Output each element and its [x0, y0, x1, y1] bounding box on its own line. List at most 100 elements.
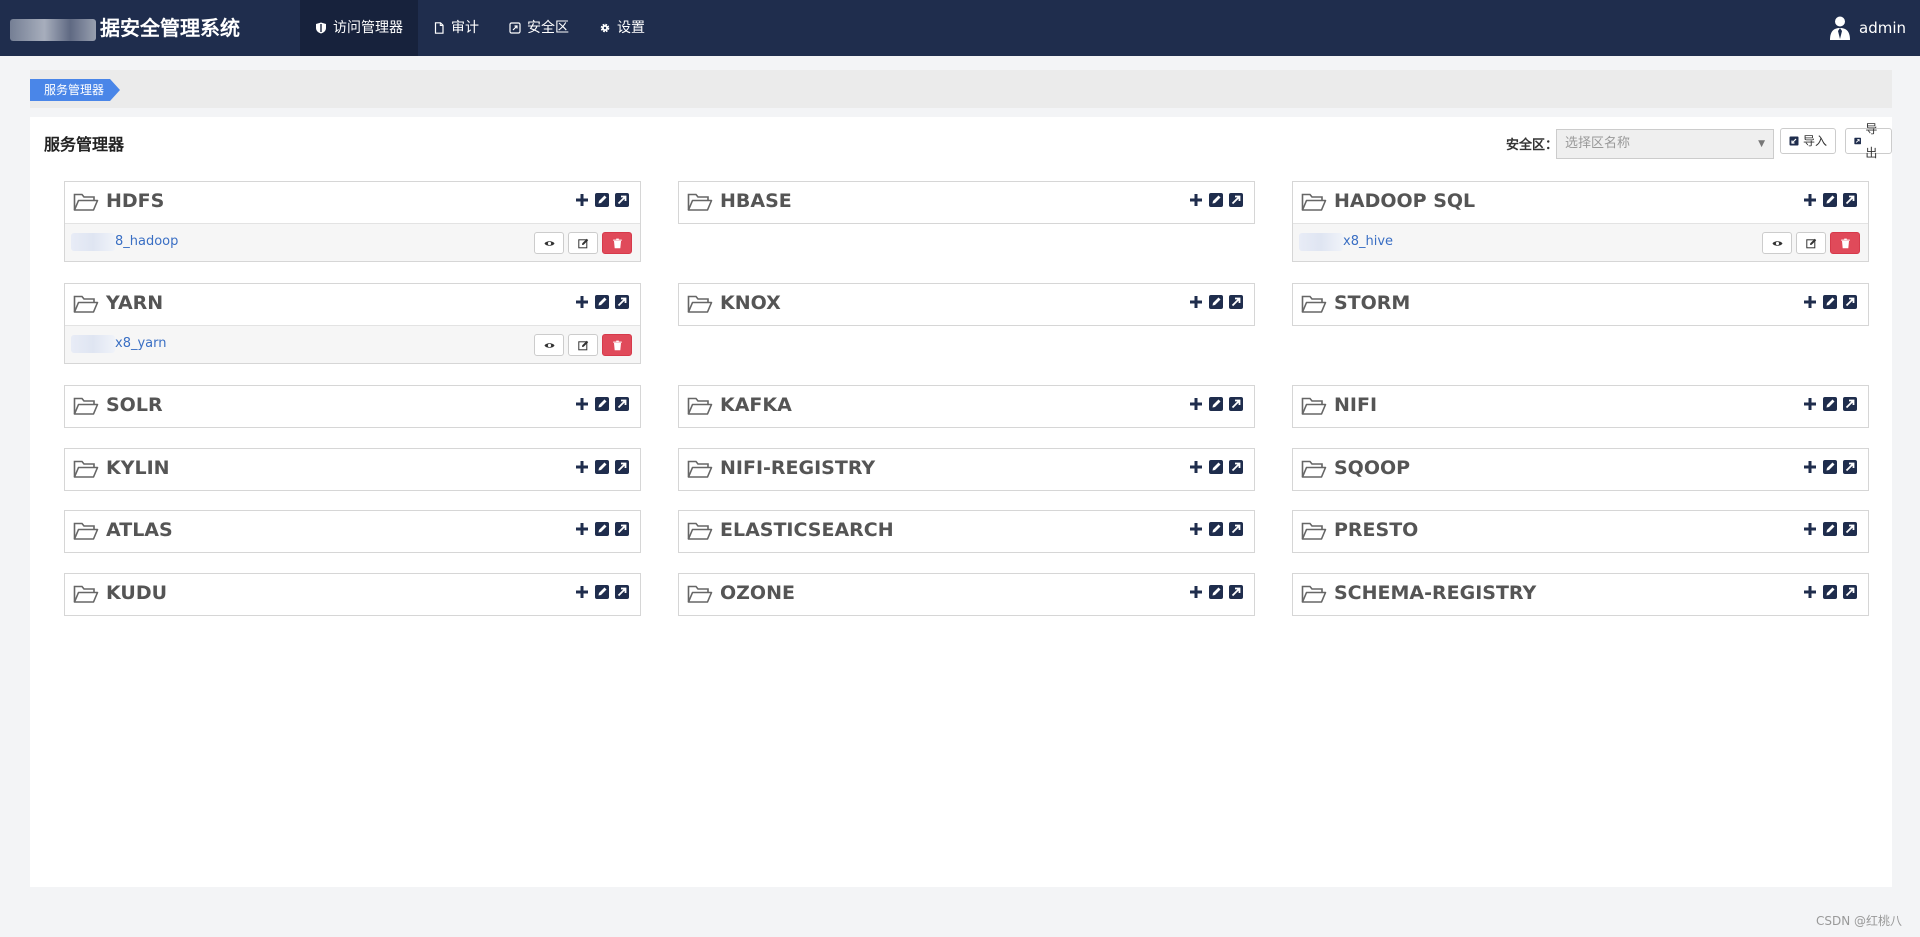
external-link-icon[interactable]	[1842, 294, 1858, 310]
plus-icon[interactable]	[1188, 396, 1204, 412]
service-card-actions	[1802, 521, 1858, 537]
edit-icon[interactable]	[594, 459, 610, 475]
service-card-yarn: YARN x8_yarn	[64, 283, 641, 364]
service-card-kudu: KUDU	[64, 573, 641, 616]
service-card-header: NIFI	[1293, 386, 1868, 427]
external-link-icon[interactable]	[1842, 459, 1858, 475]
edit-icon[interactable]	[1208, 459, 1224, 475]
edit-icon[interactable]	[1822, 192, 1838, 208]
external-link-icon[interactable]	[614, 294, 630, 310]
edit-icon[interactable]	[1208, 294, 1224, 310]
plus-icon[interactable]	[1802, 294, 1818, 310]
external-link-icon[interactable]	[1842, 521, 1858, 537]
edit-icon[interactable]	[1208, 584, 1224, 600]
edit-icon[interactable]	[1208, 521, 1224, 537]
view-button[interactable]	[534, 334, 564, 356]
external-link-icon[interactable]	[1228, 521, 1244, 537]
delete-button[interactable]	[602, 232, 632, 254]
edit-icon[interactable]	[1822, 459, 1838, 475]
edit-icon[interactable]	[1822, 521, 1838, 537]
folder-open-icon	[1301, 522, 1327, 540]
plus-icon[interactable]	[1188, 294, 1204, 310]
service-card-header: KUDU	[65, 574, 640, 615]
edit-icon[interactable]	[594, 584, 610, 600]
shield-icon	[316, 22, 326, 34]
service-card-solr: SOLR	[64, 385, 641, 428]
service-entry-link[interactable]: 8_hadoop	[115, 234, 178, 249]
edit-icon[interactable]	[1822, 584, 1838, 600]
external-link-icon[interactable]	[1228, 584, 1244, 600]
external-link-icon[interactable]	[1228, 294, 1244, 310]
edit-icon[interactable]	[1822, 396, 1838, 412]
app-brand[interactable]: 据安全管理系统	[10, 0, 240, 56]
plus-icon[interactable]	[1802, 584, 1818, 600]
export-button[interactable]: 导出	[1845, 122, 1892, 160]
trash-icon	[612, 238, 622, 248]
user-menu[interactable]: admin	[1829, 0, 1906, 56]
plus-icon[interactable]	[1802, 521, 1818, 537]
plus-icon[interactable]	[1188, 521, 1204, 537]
external-link-icon[interactable]	[1228, 192, 1244, 208]
import-button[interactable]: 导入	[1780, 128, 1837, 154]
service-card-title: KYLIN	[106, 457, 170, 479]
edit-icon[interactable]	[594, 521, 610, 537]
external-link-icon[interactable]	[614, 396, 630, 412]
external-link-icon[interactable]	[614, 459, 630, 475]
plus-icon[interactable]	[1188, 459, 1204, 475]
external-link-icon[interactable]	[1228, 459, 1244, 475]
folder-open-icon	[73, 397, 99, 415]
nav-item-settings[interactable]: 设置	[584, 0, 660, 56]
plus-icon[interactable]	[574, 294, 590, 310]
edit-button[interactable]	[568, 334, 598, 356]
service-entry-link[interactable]: x8_hive	[1343, 234, 1393, 249]
edit-button[interactable]	[568, 232, 598, 254]
service-card-ozone: OZONE	[678, 573, 1255, 616]
folder-open-icon	[73, 193, 99, 211]
nav-item-security-zone[interactable]: 安全区	[494, 0, 584, 56]
external-link-icon[interactable]	[1842, 192, 1858, 208]
external-link-icon[interactable]	[614, 521, 630, 537]
service-card-header: SOLR	[65, 386, 640, 427]
external-link-icon[interactable]	[1842, 584, 1858, 600]
edit-icon[interactable]	[1208, 396, 1224, 412]
chevron-down-icon: ▼	[1758, 139, 1765, 149]
external-link-icon[interactable]	[1842, 396, 1858, 412]
edit-icon[interactable]	[594, 294, 610, 310]
external-link-icon[interactable]	[614, 584, 630, 600]
plus-icon[interactable]	[574, 459, 590, 475]
plus-icon[interactable]	[1802, 396, 1818, 412]
delete-button[interactable]	[602, 334, 632, 356]
plus-icon[interactable]	[1802, 192, 1818, 208]
service-card-header: PRESTO	[1293, 511, 1868, 552]
nav-item-access-manager[interactable]: 访问管理器	[300, 0, 418, 56]
service-card-title: STORM	[1334, 292, 1411, 314]
delete-button[interactable]	[1830, 232, 1860, 254]
app-title: 据安全管理系统	[100, 16, 240, 40]
folder-open-icon	[687, 193, 713, 211]
edit-button[interactable]	[1796, 232, 1826, 254]
edit-icon[interactable]	[1822, 294, 1838, 310]
plus-icon[interactable]	[1188, 192, 1204, 208]
gear-icon	[600, 23, 610, 33]
plus-icon[interactable]	[574, 521, 590, 537]
edit-icon[interactable]	[594, 396, 610, 412]
breadcrumb-item[interactable]: 服务管理器	[30, 79, 120, 101]
plus-icon[interactable]	[574, 584, 590, 600]
service-entry-link[interactable]: x8_yarn	[115, 336, 166, 351]
external-link-icon[interactable]	[614, 192, 630, 208]
zone-select[interactable]: 选择区名称 ▼	[1556, 129, 1774, 159]
folder-open-icon	[687, 460, 713, 478]
plus-icon[interactable]	[574, 192, 590, 208]
service-card-actions	[1802, 192, 1858, 208]
service-card-actions	[1188, 584, 1244, 600]
edit-icon[interactable]	[594, 192, 610, 208]
plus-icon[interactable]	[1802, 459, 1818, 475]
external-link-icon[interactable]	[1228, 396, 1244, 412]
plus-icon[interactable]	[1188, 584, 1204, 600]
zone-select-placeholder: 选择区名称	[1565, 136, 1631, 151]
nav-item-audit[interactable]: 审计	[418, 0, 494, 56]
view-button[interactable]	[534, 232, 564, 254]
edit-icon[interactable]	[1208, 192, 1224, 208]
view-button[interactable]	[1762, 232, 1792, 254]
plus-icon[interactable]	[574, 396, 590, 412]
